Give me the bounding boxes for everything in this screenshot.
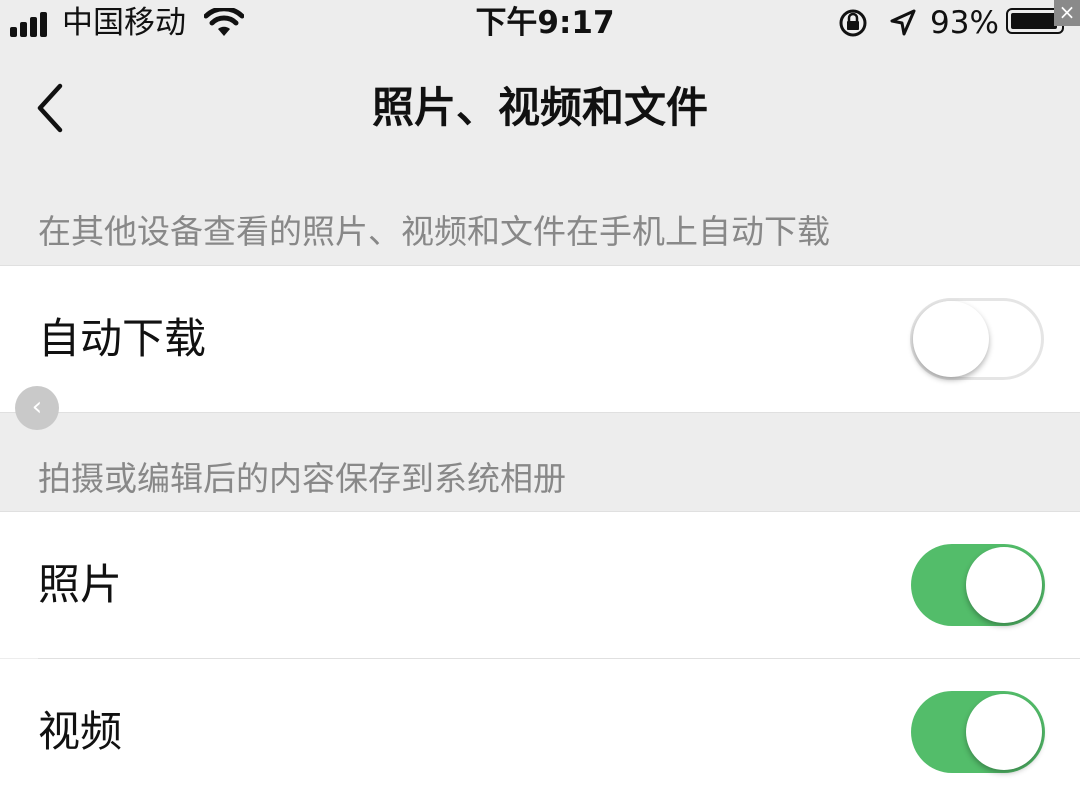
section-header-auto-download: 在其他设备查看的照片、视频和文件在手机上自动下载 [0, 170, 1080, 266]
section-header-save-to-album: 拍摄或编辑后的内容保存到系统相册 [0, 413, 1080, 511]
videos-toggle[interactable] [911, 691, 1045, 773]
photos-row: 照片 [0, 512, 1080, 658]
section-header-text: 拍摄或编辑后的内容保存到系统相册 [38, 459, 566, 498]
toggle-knob [966, 694, 1042, 770]
toggle-knob [913, 301, 989, 377]
page-title: 照片、视频和文件 [371, 83, 708, 132]
battery-percent: 93% [930, 5, 999, 41]
rotation-lock-icon [839, 9, 867, 37]
toggle-knob [966, 547, 1042, 623]
status-bar: 中国移动 下午9:17 93% × [0, 0, 1080, 46]
navigation-bar: 照片、视频和文件 [0, 46, 1080, 170]
auto-download-toggle[interactable] [910, 298, 1044, 380]
auto-download-label: 自动下载 [38, 314, 207, 363]
status-time: 下午9:17 [475, 5, 615, 41]
photos-toggle[interactable] [911, 544, 1045, 626]
floating-back-handle[interactable]: ‹ [15, 386, 59, 430]
auto-download-row: 自动下载 [0, 266, 1080, 412]
videos-row: 视频 [0, 659, 1080, 805]
videos-label: 视频 [38, 707, 123, 756]
section-header-text: 在其他设备查看的照片、视频和文件在手机上自动下载 [38, 212, 830, 251]
close-icon[interactable]: × [1054, 0, 1080, 26]
location-arrow-icon [890, 9, 916, 36]
photos-label: 照片 [38, 560, 123, 609]
